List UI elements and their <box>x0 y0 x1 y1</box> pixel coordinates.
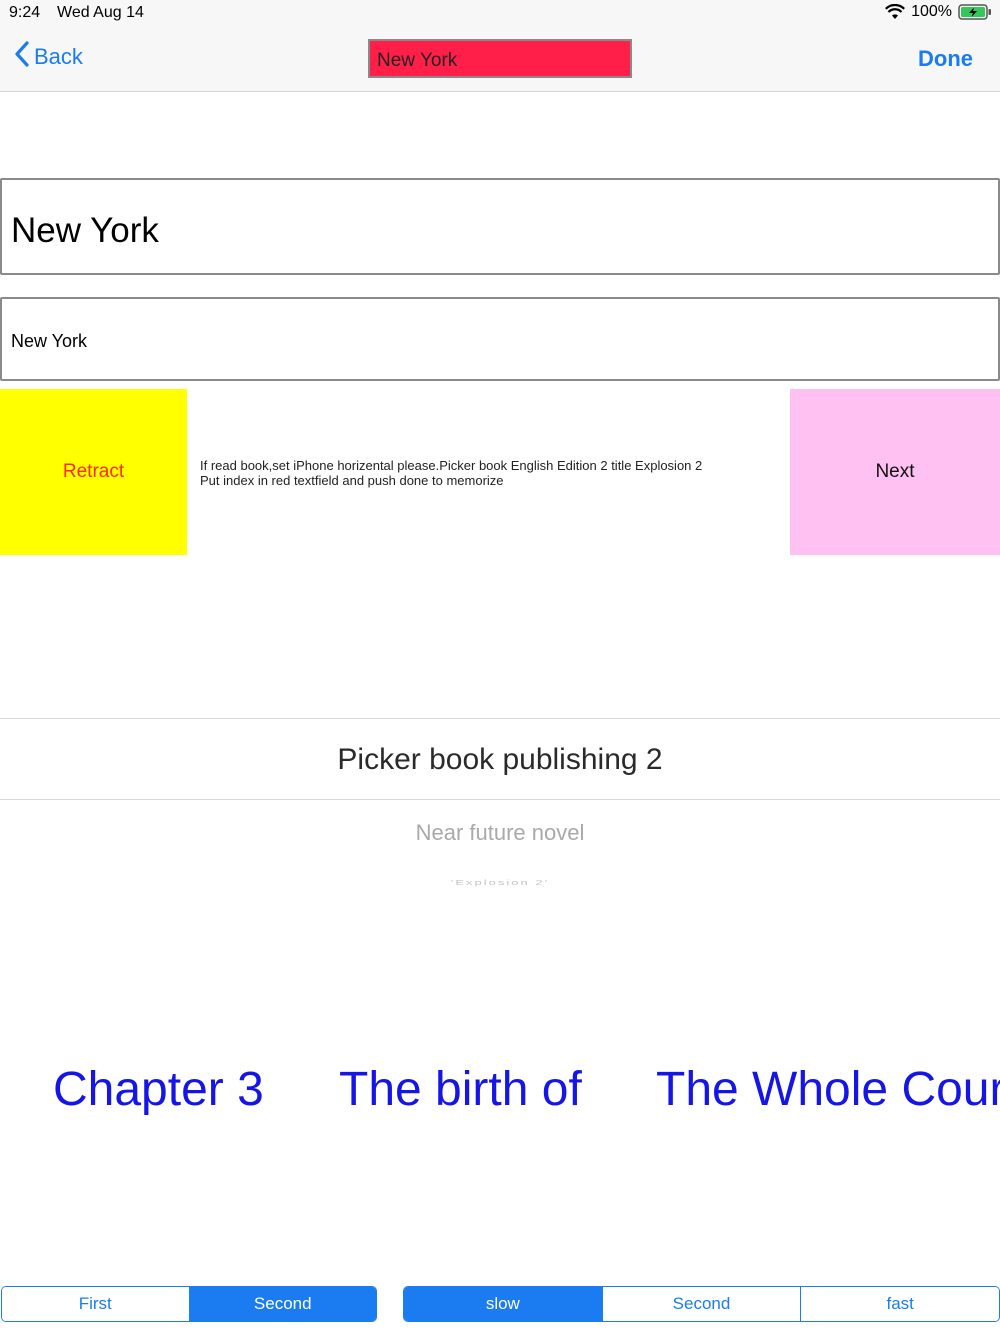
navigation-bar: Back New York Done <box>0 26 1000 92</box>
wifi-icon <box>885 4 906 20</box>
picker-row[interactable]: Near future novel <box>0 820 1000 846</box>
index-textfield[interactable]: New York <box>368 39 632 78</box>
chapter-item[interactable]: The birth of <box>339 1062 582 1117</box>
small-text-field[interactable]: New York <box>0 297 1000 381</box>
done-button[interactable]: Done <box>918 46 973 72</box>
status-bar: 9:24 Wed Aug 14 100% <box>0 0 1000 26</box>
chapter-scroll-row[interactable]: Chapter 3 The birth of The Whole Cour <box>0 1062 1000 1122</box>
segment-slow[interactable]: slow <box>404 1287 602 1321</box>
large-text-field[interactable]: New York <box>0 178 1000 275</box>
chapter-item[interactable]: Chapter 3 <box>53 1062 264 1117</box>
status-time: 9:24 <box>9 4 41 21</box>
speed-segmented-control: slow Second fast <box>403 1286 1000 1322</box>
retract-button[interactable]: Retract <box>0 389 187 555</box>
back-label: Back <box>34 44 83 69</box>
picker-selected-row[interactable]: Picker book publishing 2 <box>0 718 1000 800</box>
picker-row[interactable]: 'Explosion 2' <box>0 878 1000 886</box>
chevron-left-icon <box>14 41 30 73</box>
chapter-item[interactable]: The Whole Cour <box>656 1062 1000 1117</box>
status-date: Wed Aug 14 <box>57 4 144 21</box>
page-segmented-control: First Second <box>1 1286 377 1322</box>
battery-percent: 100% <box>911 3 952 20</box>
next-button[interactable]: Next <box>790 389 1000 555</box>
segment-first[interactable]: First <box>2 1287 189 1321</box>
battery-charging-icon <box>958 4 992 20</box>
instruction-text: If read book,set iPhone horizental pleas… <box>200 458 703 488</box>
book-picker[interactable]: Picker book publishing 2 Near future nov… <box>0 718 1000 918</box>
segment-second[interactable]: Second <box>188 1287 376 1321</box>
segment-fast[interactable]: fast <box>800 1287 999 1321</box>
segment-second-speed[interactable]: Second <box>601 1287 801 1321</box>
back-button[interactable]: Back <box>14 41 83 73</box>
status-indicators: 100% <box>885 3 992 21</box>
